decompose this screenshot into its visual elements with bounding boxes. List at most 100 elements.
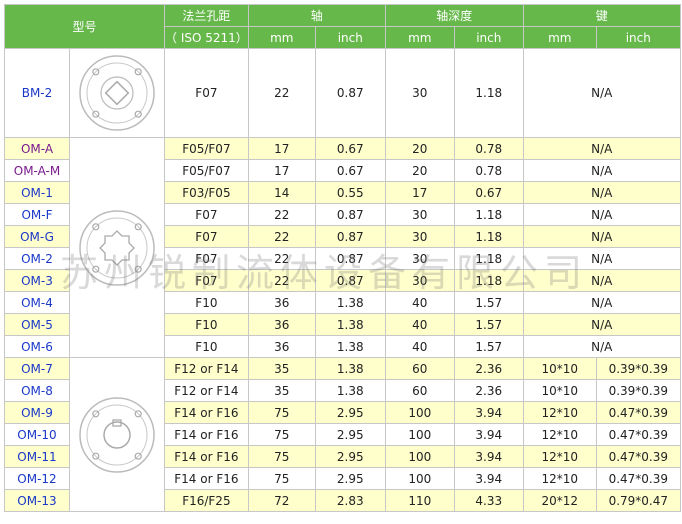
header-flange-std: （ ISO 5211） (164, 26, 249, 49)
shaft-mm-cell: 75 (247, 401, 316, 424)
model-cell: OM-A-M (4, 159, 70, 182)
header-depth-inch: inch (453, 26, 524, 49)
depth-inch-cell: 3.94 (453, 401, 524, 424)
flange-cell: F10 (164, 291, 249, 314)
flange-image-cell (69, 48, 165, 138)
keyed-bore-flange-icon (79, 396, 155, 473)
shaft-mm-cell: 36 (247, 291, 316, 314)
depth-inch-cell: 3.94 (453, 467, 524, 490)
shaft-mm-cell: 36 (247, 313, 316, 336)
key-inch-cell: 0.47*0.39 (595, 401, 681, 424)
depth-mm-cell: 40 (384, 313, 455, 336)
depth-inch-cell: 1.18 (453, 225, 524, 248)
shaft-inch-cell: 1.38 (314, 379, 386, 402)
shaft-mm-cell: 75 (247, 467, 316, 490)
flange-cell: F12 or F14 (164, 379, 249, 402)
shaft-mm-cell: 35 (247, 379, 316, 402)
header-depth-mm: mm (384, 26, 455, 49)
depth-mm-cell: 60 (384, 357, 455, 380)
shaft-inch-cell: 0.67 (314, 137, 386, 160)
shaft-inch-cell: 2.95 (314, 467, 386, 490)
flange-cell: F10 (164, 313, 249, 336)
key-cell: N/A (522, 48, 681, 138)
shaft-inch-cell: 0.87 (314, 203, 386, 226)
shaft-inch-cell: 2.95 (314, 401, 386, 424)
depth-inch-cell: 0.78 (453, 137, 524, 160)
header-key-inch: inch (595, 26, 681, 49)
shaft-mm-cell: 72 (247, 489, 316, 512)
flange-cell: F05/F07 (164, 137, 249, 160)
shaft-inch-cell: 2.95 (314, 423, 386, 446)
flange-cell: F14 or F16 (164, 401, 249, 424)
header-key: 键 (522, 4, 681, 27)
depth-mm-cell: 100 (384, 467, 455, 490)
flange-cell: F14 or F16 (164, 467, 249, 490)
header-model: 型号 (4, 4, 165, 49)
model-cell: OM-10 (4, 423, 70, 446)
depth-inch-cell: 3.94 (453, 423, 524, 446)
spec-table: 型号 法兰孔距 轴 轴深度 键 （ ISO 5211） mm inch mm i… (4, 4, 681, 512)
shaft-mm-cell: 17 (247, 137, 316, 160)
key-cell: N/A (522, 247, 681, 270)
key-mm-cell: 20*12 (522, 489, 597, 512)
key-mm-cell: 12*10 (522, 401, 597, 424)
header-shaft-inch: inch (314, 26, 386, 49)
depth-inch-cell: 1.18 (453, 48, 524, 138)
depth-mm-cell: 17 (384, 181, 455, 204)
square-bore-flange-icon (79, 55, 155, 131)
depth-inch-cell: 1.57 (453, 335, 524, 358)
header-key-mm: mm (522, 26, 597, 49)
depth-mm-cell: 30 (384, 48, 455, 138)
shaft-inch-cell: 1.38 (314, 313, 386, 336)
key-cell: N/A (522, 291, 681, 314)
model-cell: OM-13 (4, 489, 70, 512)
key-mm-cell: 12*10 (522, 423, 597, 446)
key-mm-cell: 12*10 (522, 467, 597, 490)
depth-mm-cell: 30 (384, 269, 455, 292)
key-inch-cell: 0.47*0.39 (595, 445, 681, 468)
depth-mm-cell: 30 (384, 225, 455, 248)
header-row: 型号 法兰孔距 轴 轴深度 键 (4, 4, 681, 49)
flange-image-cell (69, 357, 165, 512)
header-shaft-depth: 轴深度 (384, 4, 524, 27)
flange-cell: F14 or F16 (164, 423, 249, 446)
depth-mm-cell: 40 (384, 335, 455, 358)
shaft-inch-cell: 2.95 (314, 445, 386, 468)
key-inch-cell: 0.47*0.39 (595, 423, 681, 446)
flange-cell: F07 (164, 247, 249, 270)
shaft-mm-cell: 14 (247, 181, 316, 204)
key-cell: N/A (522, 225, 681, 248)
depth-mm-cell: 60 (384, 379, 455, 402)
key-inch-cell: 0.39*0.39 (595, 379, 681, 402)
depth-inch-cell: 1.57 (453, 313, 524, 336)
model-cell: BM-2 (4, 48, 70, 138)
depth-mm-cell: 100 (384, 445, 455, 468)
depth-mm-cell: 100 (384, 423, 455, 446)
shaft-mm-cell: 22 (247, 225, 316, 248)
table-row: OM-7 F12 or F14 35 1.38 60 2.36 10*10 0.39*0.39 (4, 357, 681, 512)
depth-inch-cell: 1.18 (453, 203, 524, 226)
shaft-inch-cell: 0.87 (314, 225, 386, 248)
flange-cell: F14 or F16 (164, 445, 249, 468)
header-flange: 法兰孔距 (164, 4, 249, 27)
depth-inch-cell: 1.18 (453, 247, 524, 270)
model-cell: OM-9 (4, 401, 70, 424)
key-cell: N/A (522, 269, 681, 292)
depth-inch-cell: 1.18 (453, 269, 524, 292)
depth-mm-cell: 110 (384, 489, 455, 512)
key-inch-cell: 0.39*0.39 (595, 357, 681, 380)
key-cell: N/A (522, 137, 681, 160)
key-cell: N/A (522, 335, 681, 358)
depth-inch-cell: 3.94 (453, 445, 524, 468)
shaft-inch-cell: 1.38 (314, 357, 386, 380)
shaft-mm-cell: 75 (247, 423, 316, 446)
flange-cell: F05/F07 (164, 159, 249, 182)
flange-cell: F07 (164, 225, 249, 248)
key-cell: N/A (522, 181, 681, 204)
depth-inch-cell: 2.36 (453, 357, 524, 380)
model-cell: OM-11 (4, 445, 70, 468)
model-cell: OM-A (4, 137, 70, 160)
shaft-inch-cell: 2.83 (314, 489, 386, 512)
depth-mm-cell: 30 (384, 247, 455, 270)
key-mm-cell: 12*10 (522, 445, 597, 468)
